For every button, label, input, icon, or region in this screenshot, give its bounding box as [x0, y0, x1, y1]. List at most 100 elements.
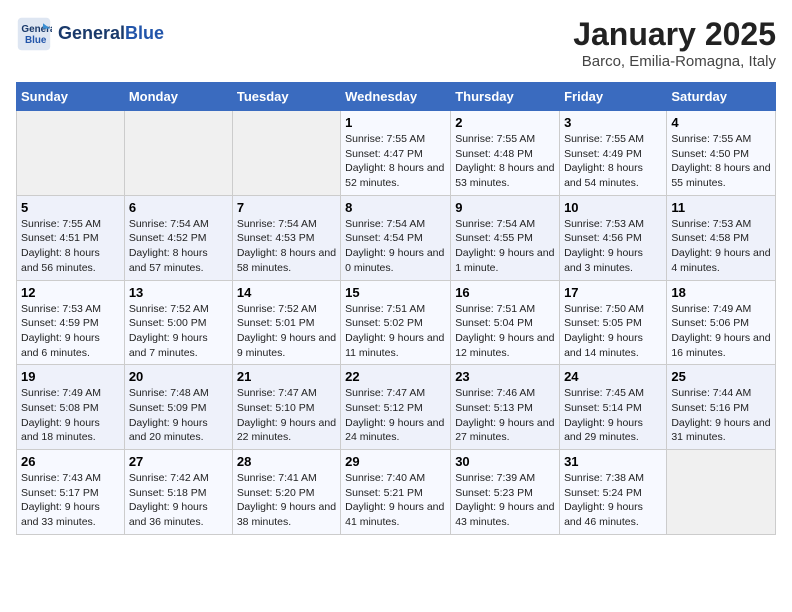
calendar-cell: 1 Sunrise: 7:55 AM Sunset: 4:47 PM Daylig… [341, 111, 451, 196]
day-info: Sunrise: 7:52 AM Sunset: 5:00 PM Dayligh… [129, 302, 228, 361]
day-number: 27 [129, 454, 228, 469]
weekday-header-sunday: Sunday [17, 83, 125, 111]
day-info: Sunrise: 7:54 AM Sunset: 4:53 PM Dayligh… [237, 217, 336, 276]
weekday-header-thursday: Thursday [451, 83, 560, 111]
calendar-cell: 13Sunrise: 7:52 AM Sunset: 5:00 PM Dayli… [124, 280, 232, 365]
day-info: Sunrise: 7:50 AM Sunset: 5:05 PM Dayligh… [564, 302, 662, 361]
calendar-cell: 20Sunrise: 7:48 AM Sunset: 5:09 PM Dayli… [124, 365, 232, 450]
calendar-cell: 24 Sunrise: 7:45 AM Sunset: 5:14 PM Dayli… [560, 365, 667, 450]
day-info: Sunrise: 7:55 AM Sunset: 4:49 PM Dayligh… [564, 132, 662, 191]
day-number: 17 [564, 285, 662, 300]
calendar-cell: 12 Sunrise: 7:53 AM Sunset: 4:59 PM Dayli… [17, 280, 125, 365]
day-number: 20 [129, 369, 228, 384]
weekday-header-friday: Friday [560, 83, 667, 111]
calendar-cell: 16 Sunrise: 7:51 AM Sunset: 5:04 PM Dayli… [451, 280, 560, 365]
day-number: 4 [671, 115, 771, 130]
day-number: 26 [21, 454, 120, 469]
day-number: 21 [237, 369, 336, 384]
day-info: Sunrise: 7:52 AM Sunset: 5:01 PM Dayligh… [237, 302, 336, 361]
day-info: Sunrise: 7:47 AM Sunset: 5:12 PM Dayligh… [345, 386, 446, 445]
day-number: 3 [564, 115, 662, 130]
day-info: Sunrise: 7:49 AM Sunset: 5:06 PM Dayligh… [671, 302, 771, 361]
day-info: Sunrise: 7:54 AM Sunset: 4:54 PM Dayligh… [345, 217, 446, 276]
page-header: General Blue GeneralBlue January 2025 Ba… [16, 16, 776, 70]
calendar-cell: 2 Sunrise: 7:55 AM Sunset: 4:48 PM Daylig… [451, 111, 560, 196]
day-number: 25 [671, 369, 771, 384]
logo: General Blue GeneralBlue [16, 16, 164, 52]
calendar-cell: 7Sunrise: 7:54 AM Sunset: 4:53 PM Daylig… [232, 195, 340, 280]
calendar-cell: 9Sunrise: 7:54 AM Sunset: 4:55 PM Daylig… [451, 195, 560, 280]
calendar-cell [17, 111, 125, 196]
day-info: Sunrise: 7:53 AM Sunset: 4:58 PM Dayligh… [671, 217, 771, 276]
calendar-week-1: 1 Sunrise: 7:55 AM Sunset: 4:47 PM Daylig… [17, 111, 776, 196]
day-info: Sunrise: 7:55 AM Sunset: 4:50 PM Dayligh… [671, 132, 771, 191]
day-number: 29 [345, 454, 446, 469]
svg-text:General: General [21, 24, 52, 35]
day-number: 8 [345, 200, 446, 215]
day-number: 24 [564, 369, 662, 384]
calendar-cell: 10Sunrise: 7:53 AM Sunset: 4:56 PM Dayli… [560, 195, 667, 280]
day-number: 11 [671, 200, 771, 215]
day-number: 16 [455, 285, 555, 300]
day-number: 19 [21, 369, 120, 384]
calendar-cell: 19Sunrise: 7:49 AM Sunset: 5:08 PM Dayli… [17, 365, 125, 450]
calendar-table: SundayMondayTuesdayWednesdayThursdayFrid… [16, 82, 776, 535]
day-info: Sunrise: 7:45 AM Sunset: 5:14 PM Dayligh… [564, 386, 662, 445]
day-info: Sunrise: 7:39 AM Sunset: 5:23 PM Dayligh… [455, 471, 555, 530]
calendar-cell: 30 Sunrise: 7:39 AM Sunset: 5:23 PM Dayli… [451, 450, 560, 535]
title-area: January 2025 Barco, Emilia-Romagna, Ital… [573, 16, 776, 70]
day-number: 9 [455, 200, 555, 215]
day-info: Sunrise: 7:40 AM Sunset: 5:21 PM Dayligh… [345, 471, 446, 530]
day-info: Sunrise: 7:38 AM Sunset: 5:24 PM Dayligh… [564, 471, 662, 530]
day-info: Sunrise: 7:54 AM Sunset: 4:52 PM Dayligh… [129, 217, 228, 276]
day-info: Sunrise: 7:55 AM Sunset: 4:47 PM Dayligh… [345, 132, 446, 191]
day-number: 1 [345, 115, 446, 130]
weekday-header-tuesday: Tuesday [232, 83, 340, 111]
day-number: 14 [237, 285, 336, 300]
weekday-header-wednesday: Wednesday [341, 83, 451, 111]
day-number: 10 [564, 200, 662, 215]
day-number: 6 [129, 200, 228, 215]
day-info: Sunrise: 7:51 AM Sunset: 5:02 PM Dayligh… [345, 302, 446, 361]
day-number: 31 [564, 454, 662, 469]
day-number: 5 [21, 200, 120, 215]
calendar-cell: 21 Sunrise: 7:47 AM Sunset: 5:10 PM Dayli… [232, 365, 340, 450]
calendar-cell: 28 Sunrise: 7:41 AM Sunset: 5:20 PM Dayli… [232, 450, 340, 535]
calendar-cell: 27 Sunrise: 7:42 AM Sunset: 5:18 PM Dayli… [124, 450, 232, 535]
calendar-cell: 18Sunrise: 7:49 AM Sunset: 5:06 PM Dayli… [667, 280, 776, 365]
day-info: Sunrise: 7:55 AM Sunset: 4:48 PM Dayligh… [455, 132, 555, 191]
calendar-cell: 17 Sunrise: 7:50 AM Sunset: 5:05 PM Dayli… [560, 280, 667, 365]
calendar-cell: 29 Sunrise: 7:40 AM Sunset: 5:21 PM Dayli… [341, 450, 451, 535]
day-info: Sunrise: 7:53 AM Sunset: 4:59 PM Dayligh… [21, 302, 120, 361]
logo-icon: General Blue [16, 16, 52, 52]
day-number: 2 [455, 115, 555, 130]
location-title: Barco, Emilia-Romagna, Italy [573, 53, 776, 70]
day-info: Sunrise: 7:47 AM Sunset: 5:10 PM Dayligh… [237, 386, 336, 445]
calendar-cell: 31 Sunrise: 7:38 AM Sunset: 5:24 PM Dayli… [560, 450, 667, 535]
calendar-cell: 8 Sunrise: 7:54 AM Sunset: 4:54 PM Daylig… [341, 195, 451, 280]
calendar-cell: 3 Sunrise: 7:55 AM Sunset: 4:49 PM Daylig… [560, 111, 667, 196]
day-number: 30 [455, 454, 555, 469]
calendar-cell: 6 Sunrise: 7:54 AM Sunset: 4:52 PM Daylig… [124, 195, 232, 280]
weekday-header-monday: Monday [124, 83, 232, 111]
day-info: Sunrise: 7:46 AM Sunset: 5:13 PM Dayligh… [455, 386, 555, 445]
day-info: Sunrise: 7:42 AM Sunset: 5:18 PM Dayligh… [129, 471, 228, 530]
day-info: Sunrise: 7:44 AM Sunset: 5:16 PM Dayligh… [671, 386, 771, 445]
day-number: 23 [455, 369, 555, 384]
day-info: Sunrise: 7:51 AM Sunset: 5:04 PM Dayligh… [455, 302, 555, 361]
calendar-cell: 22Sunrise: 7:47 AM Sunset: 5:12 PM Dayli… [341, 365, 451, 450]
day-info: Sunrise: 7:43 AM Sunset: 5:17 PM Dayligh… [21, 471, 120, 530]
day-number: 28 [237, 454, 336, 469]
calendar-cell [667, 450, 776, 535]
calendar-week-3: 12 Sunrise: 7:53 AM Sunset: 4:59 PM Dayli… [17, 280, 776, 365]
day-info: Sunrise: 7:55 AM Sunset: 4:51 PM Dayligh… [21, 217, 120, 276]
calendar-cell [124, 111, 232, 196]
calendar-cell: 5 Sunrise: 7:55 AM Sunset: 4:51 PM Daylig… [17, 195, 125, 280]
day-number: 12 [21, 285, 120, 300]
calendar-cell: 26 Sunrise: 7:43 AM Sunset: 5:17 PM Dayli… [17, 450, 125, 535]
day-info: Sunrise: 7:41 AM Sunset: 5:20 PM Dayligh… [237, 471, 336, 530]
calendar-week-2: 5 Sunrise: 7:55 AM Sunset: 4:51 PM Daylig… [17, 195, 776, 280]
weekday-header-saturday: Saturday [667, 83, 776, 111]
calendar-cell: 15Sunrise: 7:51 AM Sunset: 5:02 PM Dayli… [341, 280, 451, 365]
calendar-cell: 23 Sunrise: 7:46 AM Sunset: 5:13 PM Dayli… [451, 365, 560, 450]
